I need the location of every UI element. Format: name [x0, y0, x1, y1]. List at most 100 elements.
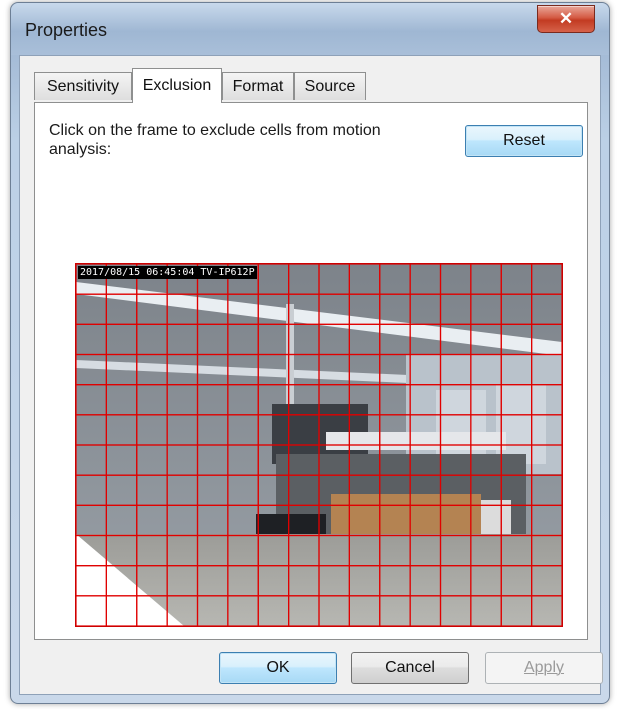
- grid-cell[interactable]: [409, 414, 442, 446]
- grid-cell[interactable]: [166, 474, 199, 506]
- grid-cell[interactable]: [196, 293, 229, 325]
- grid-cell[interactable]: [379, 595, 411, 626]
- grid-cell[interactable]: [500, 534, 533, 567]
- grid-cell[interactable]: [227, 414, 259, 446]
- grid-cell[interactable]: [318, 444, 350, 476]
- grid-cell[interactable]: [379, 264, 411, 295]
- grid-cell[interactable]: [257, 323, 290, 356]
- grid-cell[interactable]: [470, 323, 502, 356]
- grid-cell[interactable]: [257, 534, 290, 567]
- grid-cell[interactable]: [105, 474, 138, 506]
- grid-cell[interactable]: [196, 504, 229, 537]
- grid-cell[interactable]: [257, 384, 290, 416]
- grid-cell[interactable]: [257, 414, 290, 446]
- grid-cell[interactable]: [136, 414, 168, 446]
- grid-cell[interactable]: [288, 474, 320, 506]
- grid-cell[interactable]: [348, 384, 381, 416]
- grid-cell[interactable]: [136, 565, 168, 597]
- grid-cell[interactable]: [379, 504, 411, 537]
- grid-cell[interactable]: [470, 293, 502, 325]
- grid-cell[interactable]: [348, 565, 381, 597]
- grid-cell[interactable]: [439, 565, 472, 597]
- grid-cell[interactable]: [531, 444, 562, 476]
- grid-cell[interactable]: [136, 504, 168, 537]
- grid-cell[interactable]: [288, 353, 320, 386]
- grid-cell[interactable]: [379, 474, 411, 506]
- grid-cell[interactable]: [348, 414, 381, 446]
- grid-cell[interactable]: [196, 414, 229, 446]
- grid-cell[interactable]: [166, 565, 199, 597]
- grid-cell[interactable]: [439, 534, 472, 567]
- grid-cell[interactable]: [470, 414, 502, 446]
- grid-cell[interactable]: [105, 414, 138, 446]
- grid-cell[interactable]: [196, 353, 229, 386]
- grid-cell[interactable]: [288, 384, 320, 416]
- grid-cell[interactable]: [348, 323, 381, 356]
- grid-cell[interactable]: [379, 323, 411, 356]
- grid-cell[interactable]: [439, 384, 472, 416]
- grid-cell[interactable]: [318, 474, 350, 506]
- grid-cell[interactable]: [531, 534, 562, 567]
- grid-cell[interactable]: [439, 264, 472, 295]
- grid-cell[interactable]: [318, 353, 350, 386]
- grid-cell[interactable]: [409, 534, 442, 567]
- grid-cell[interactable]: [105, 504, 138, 537]
- grid-cell[interactable]: [76, 353, 107, 386]
- grid-cell[interactable]: [439, 474, 472, 506]
- grid-cell[interactable]: [166, 534, 199, 567]
- grid-cell[interactable]: [318, 534, 350, 567]
- grid-cell[interactable]: [196, 384, 229, 416]
- grid-cell[interactable]: [196, 474, 229, 506]
- grid-cell[interactable]: [409, 444, 442, 476]
- grid-cell[interactable]: [409, 323, 442, 356]
- grid-cell[interactable]: [470, 595, 502, 626]
- grid-cell[interactable]: [470, 504, 502, 537]
- grid-cell[interactable]: [348, 534, 381, 567]
- grid-cell[interactable]: [76, 474, 107, 506]
- grid-cell[interactable]: [470, 534, 502, 567]
- grid-cell[interactable]: [500, 504, 533, 537]
- grid-cell[interactable]: [500, 264, 533, 295]
- grid-cell[interactable]: [105, 595, 138, 626]
- grid-cell[interactable]: [379, 534, 411, 567]
- grid-cell[interactable]: [257, 565, 290, 597]
- grid-cell[interactable]: [288, 595, 320, 626]
- grid-cell[interactable]: [227, 504, 259, 537]
- title-bar[interactable]: Properties ✕: [11, 3, 609, 55]
- grid-cell[interactable]: [409, 293, 442, 325]
- grid-cell[interactable]: [470, 384, 502, 416]
- grid-cell[interactable]: [379, 293, 411, 325]
- grid-cell[interactable]: [166, 414, 199, 446]
- grid-cell[interactable]: [196, 565, 229, 597]
- grid-cell[interactable]: [500, 323, 533, 356]
- grid-cell[interactable]: [318, 595, 350, 626]
- grid-cell[interactable]: [257, 595, 290, 626]
- grid-cell[interactable]: [136, 323, 168, 356]
- apply-button[interactable]: Apply: [485, 652, 603, 684]
- grid-cell[interactable]: [196, 444, 229, 476]
- grid-cell[interactable]: [257, 474, 290, 506]
- grid-cell[interactable]: [439, 293, 472, 325]
- grid-cell[interactable]: [227, 323, 259, 356]
- grid-cell[interactable]: [348, 474, 381, 506]
- grid-cell[interactable]: [227, 384, 259, 416]
- grid-cell[interactable]: [318, 565, 350, 597]
- grid-cell[interactable]: [500, 474, 533, 506]
- grid-cell[interactable]: [348, 444, 381, 476]
- grid-cell[interactable]: [136, 353, 168, 386]
- grid-cell[interactable]: [439, 353, 472, 386]
- grid-cell[interactable]: [409, 504, 442, 537]
- grid-cell[interactable]: [76, 504, 107, 537]
- tab-sensitivity[interactable]: Sensitivity: [34, 72, 132, 100]
- grid-cell[interactable]: [227, 534, 259, 567]
- grid-cell[interactable]: [257, 504, 290, 537]
- ok-button[interactable]: OK: [219, 652, 337, 684]
- grid-cell[interactable]: [76, 293, 107, 325]
- grid-cell[interactable]: [166, 353, 199, 386]
- grid-cell[interactable]: [288, 444, 320, 476]
- grid-cell[interactable]: [409, 565, 442, 597]
- grid-cell[interactable]: [500, 293, 533, 325]
- grid-cell[interactable]: [409, 353, 442, 386]
- grid-cell[interactable]: [105, 534, 138, 567]
- grid-cell[interactable]: [439, 504, 472, 537]
